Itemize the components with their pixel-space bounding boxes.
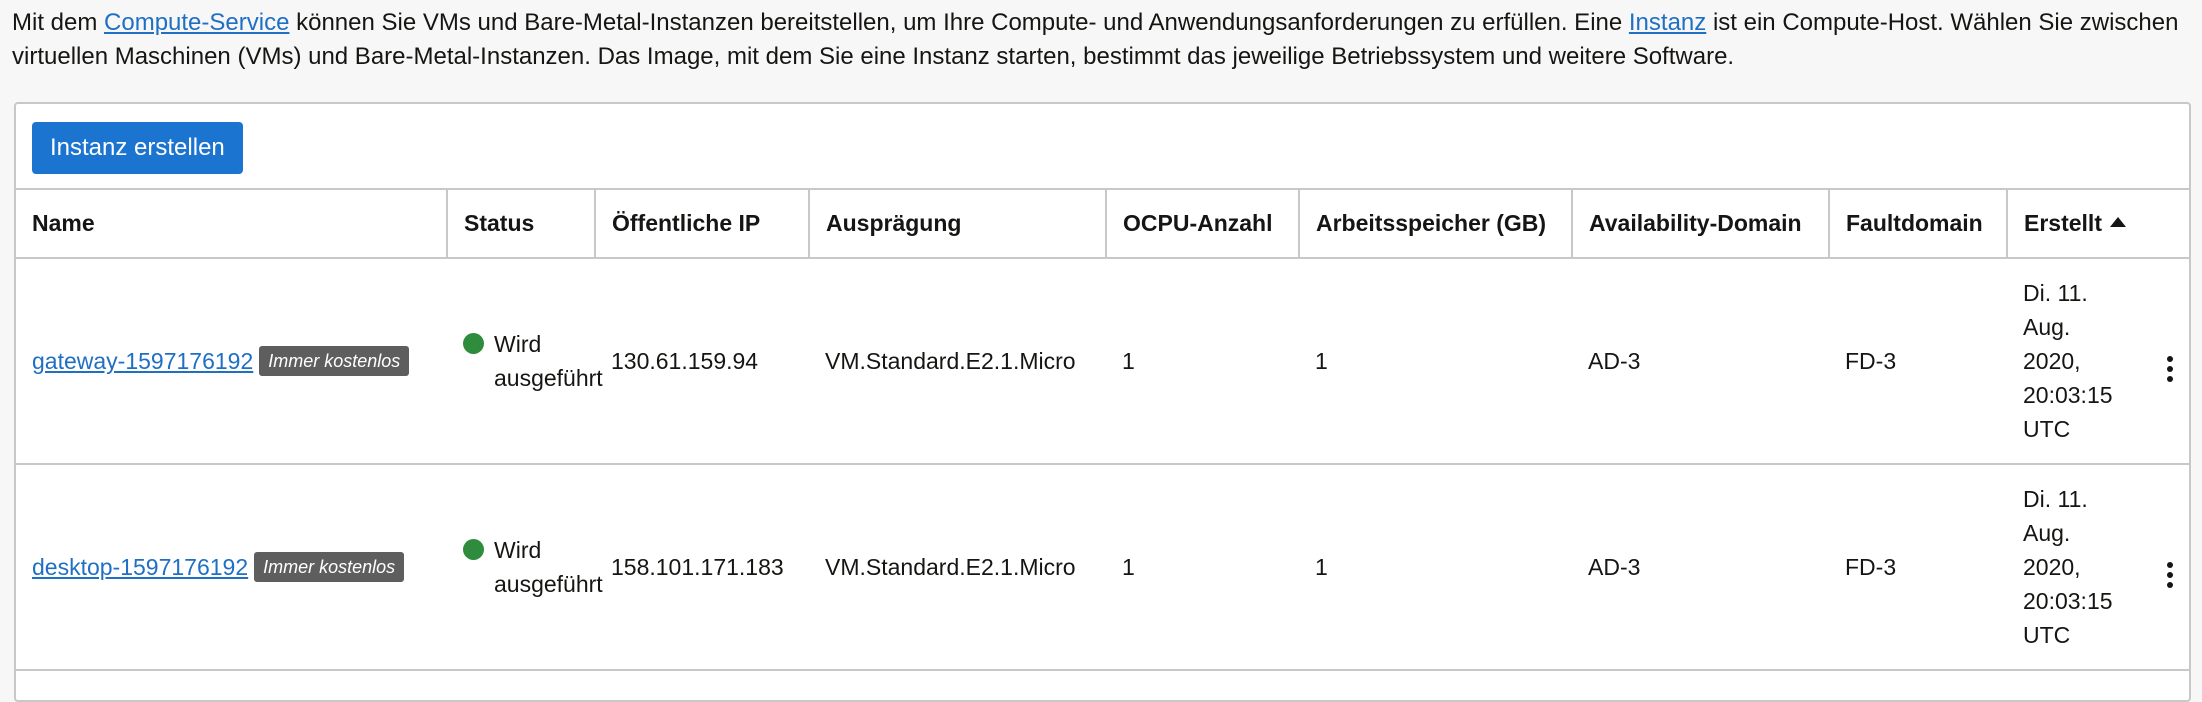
- cell-actions: [2149, 258, 2192, 465]
- cell-actions: [2149, 464, 2192, 671]
- always-free-badge: Immer kostenlos: [259, 346, 410, 376]
- intro-text-2: können Sie VMs und Bare-Metal-Instanzen …: [289, 9, 1629, 36]
- create-instance-button[interactable]: Instanz erstellen: [32, 122, 243, 174]
- cell-status: Wird ausgeführt: [447, 464, 603, 671]
- status-line-2: ausgeführt: [494, 571, 603, 597]
- col-header-name[interactable]: Name: [16, 190, 448, 259]
- created-line-5: UTC: [2023, 622, 2071, 648]
- status-line-2: ausgeführt: [494, 365, 603, 391]
- status-line-1: Wird: [494, 537, 542, 563]
- running-dot-icon: [463, 539, 484, 560]
- cell-created: Di. 11. Aug. 2020, 20:03:15 UTC: [2007, 464, 2149, 671]
- status-text: Wird ausgeführt: [494, 327, 603, 395]
- cell-ocpu: 1: [1106, 464, 1299, 671]
- instances-table: Name Status Öffentliche IP Ausprägung OC…: [16, 190, 2192, 671]
- col-header-ocpu[interactable]: OCPU-Anzahl: [1106, 190, 1300, 259]
- created-line-5: UTC: [2023, 416, 2071, 442]
- created-line-4: 20:03:15: [2023, 382, 2113, 408]
- always-free-badge: Immer kostenlos: [254, 552, 405, 582]
- cell-created: Di. 11. Aug. 2020, 20:03:15 UTC: [2007, 258, 2149, 465]
- created-line-2: Aug.: [2023, 520, 2071, 546]
- col-header-memory[interactable]: Arbeitsspeicher (GB): [1299, 190, 1573, 259]
- col-header-status[interactable]: Status: [447, 190, 596, 259]
- cell-ad: AD-3: [1572, 258, 1829, 465]
- cell-status: Wird ausgeführt: [447, 258, 603, 465]
- created-line-1: Di. 11.: [2023, 486, 2088, 512]
- table-row: desktop-1597176192 Immer kostenlos Wird au…: [16, 464, 2192, 671]
- status-line-1: Wird: [494, 331, 542, 357]
- cell-ad: AD-3: [1572, 464, 1829, 671]
- kebab-menu-icon[interactable]: [2163, 352, 2177, 386]
- created-line-3: 2020,: [2023, 554, 2081, 580]
- instanz-link[interactable]: Instanz: [1629, 9, 1706, 36]
- col-header-created-label: Erstellt: [2024, 210, 2102, 236]
- intro-text-1: Mit dem: [12, 9, 105, 36]
- col-header-created[interactable]: Erstellt: [2007, 190, 2192, 259]
- sort-ascending-icon[interactable]: [2109, 217, 2126, 227]
- compute-service-link[interactable]: Compute-Service: [104, 9, 289, 36]
- col-header-public-ip[interactable]: Öffentliche IP: [595, 190, 810, 259]
- created-line-2: Aug.: [2023, 314, 2071, 340]
- created-line-1: Di. 11.: [2023, 280, 2088, 306]
- col-header-fd[interactable]: Faultdomain: [1829, 190, 2008, 259]
- cell-fd: FD-3: [1829, 464, 2007, 671]
- col-header-ad[interactable]: Availability-Domain: [1572, 190, 1830, 259]
- cell-ip: 130.61.159.94: [595, 258, 809, 465]
- table-row: gateway-1597176192 Immer kostenlos Wird au…: [16, 258, 2192, 465]
- col-header-shape[interactable]: Ausprägung: [809, 190, 1107, 259]
- cell-name: gateway-1597176192 Immer kostenlos: [16, 258, 447, 465]
- created-line-4: 20:03:15: [2023, 588, 2113, 614]
- cell-ocpu: 1: [1106, 258, 1299, 465]
- status-text: Wird ausgeführt: [494, 533, 603, 601]
- cell-name: desktop-1597176192 Immer kostenlos: [16, 464, 447, 671]
- cell-shape: VM.Standard.E2.1.Micro: [809, 258, 1106, 465]
- instance-name-link[interactable]: desktop-1597176192: [32, 554, 248, 580]
- created-line-3: 2020,: [2023, 348, 2081, 374]
- table-header-row: Name Status Öffentliche IP Ausprägung OC…: [16, 190, 2192, 259]
- toolbar: Instanz erstellen: [16, 104, 2189, 190]
- cell-fd: FD-3: [1829, 258, 2007, 465]
- running-dot-icon: [463, 333, 484, 354]
- cell-shape: VM.Standard.E2.1.Micro: [809, 464, 1106, 671]
- instances-panel: Instanz erstellen Name Status Öffentlich…: [14, 102, 2192, 702]
- instance-name-link[interactable]: gateway-1597176192: [32, 348, 253, 374]
- cell-memory: 1: [1299, 258, 1572, 465]
- kebab-menu-icon[interactable]: [2163, 558, 2177, 592]
- cell-memory: 1: [1299, 464, 1572, 671]
- cell-ip: 158.101.171.183: [595, 464, 809, 671]
- intro-text: Mit dem Compute-Service können Sie VMs u…: [12, 6, 2192, 74]
